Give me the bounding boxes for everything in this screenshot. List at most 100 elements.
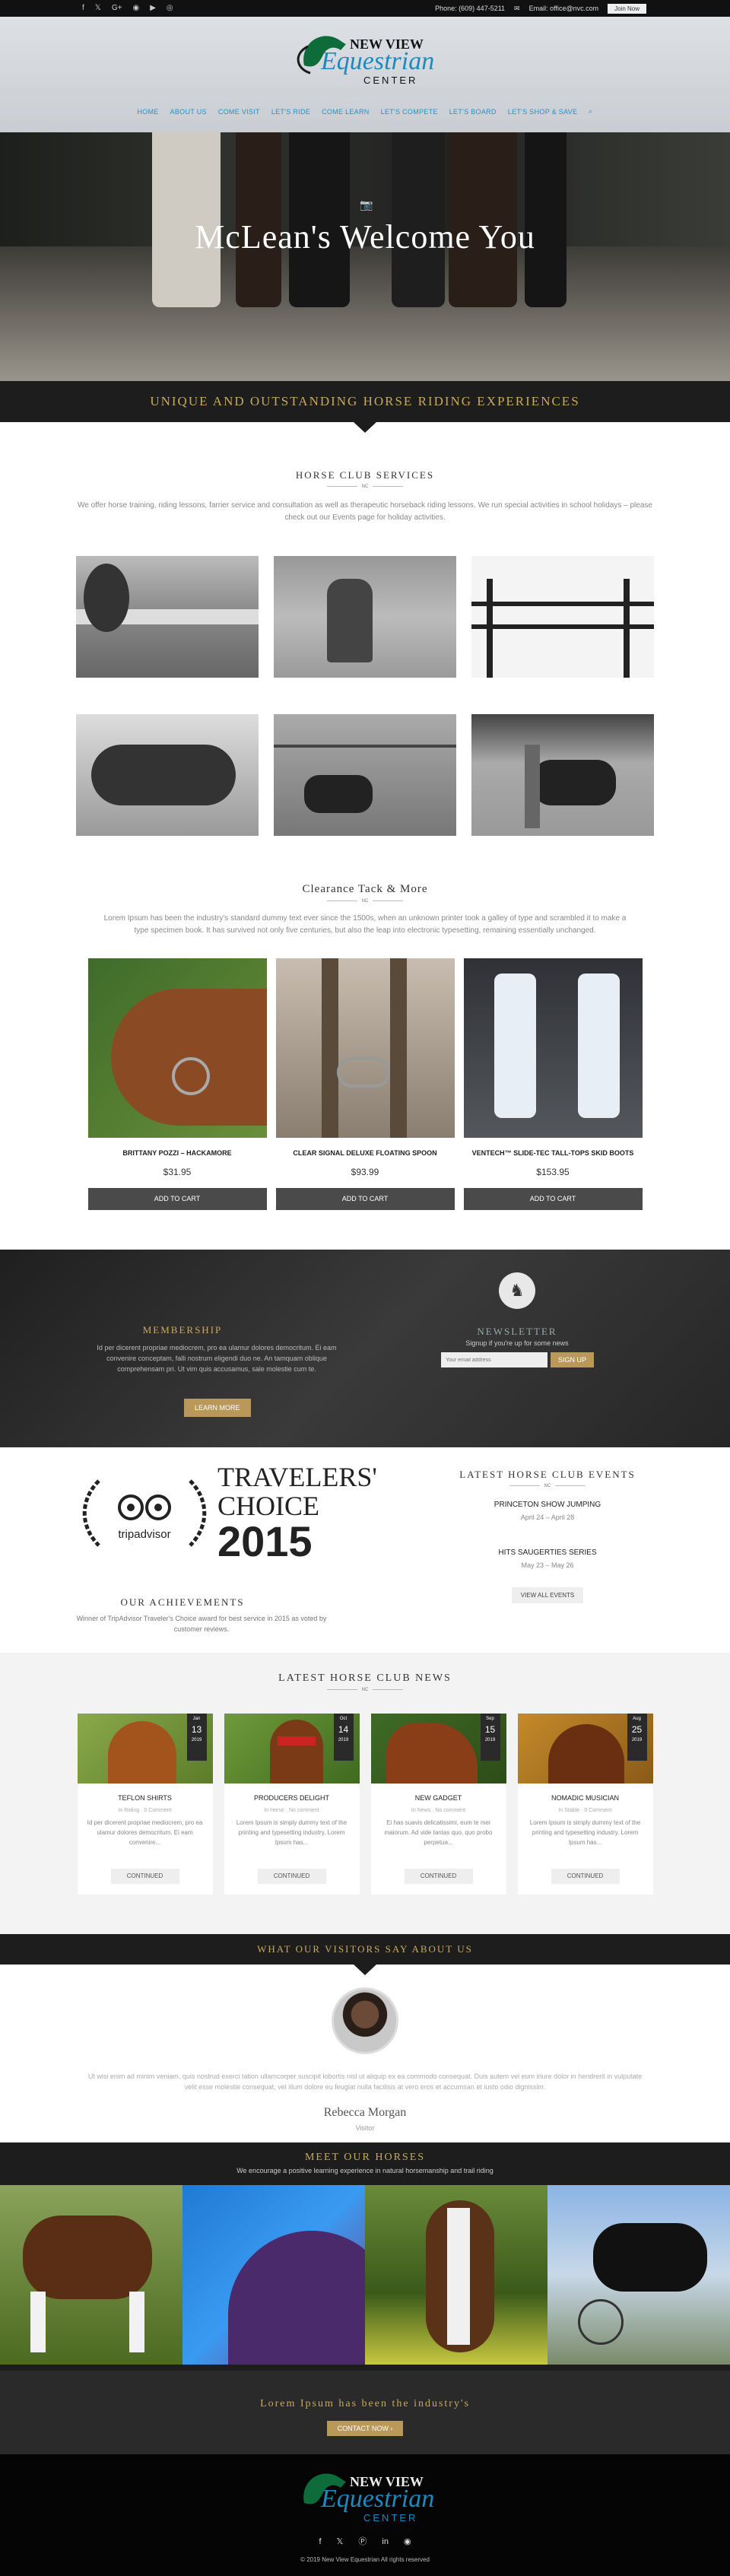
service-photo-3[interactable] <box>471 556 654 678</box>
product-name[interactable]: BRITTANY POZZI – HACKAMORE <box>88 1149 267 1157</box>
hero: 📷 McLean's Welcome You <box>0 132 730 381</box>
horses-section: MEET OUR HORSES We encourage a positive … <box>0 2142 730 2371</box>
tripadvisor-icon[interactable]: ◎ <box>167 5 173 12</box>
hero-title: McLean's Welcome You <box>195 218 535 256</box>
sign-up-button[interactable]: SIGN UP <box>551 1352 595 1367</box>
nav-item-about-us[interactable]: ABOUT US <box>170 108 207 116</box>
continued-button[interactable]: CONTINUED <box>551 1869 620 1884</box>
product-price: $153.95 <box>536 1167 570 1177</box>
news-card-title[interactable]: NOMADIC MUSICIAN <box>518 1794 653 1802</box>
product-price: $93.99 <box>351 1167 379 1177</box>
date-day: 25 <box>631 1724 643 1735</box>
news-card-meta: In Horse · No comment <box>264 1808 319 1813</box>
service-photo-6[interactable] <box>471 714 654 836</box>
news-section: LATEST HORSE CLUB NEWS NC Jan 13 2019 TEFL… <box>0 1653 730 1934</box>
continued-button[interactable]: CONTINUED <box>110 1869 179 1884</box>
horse-photo-1[interactable] <box>0 2185 182 2365</box>
news-card-excerpt: Lorem Ipsum is simply dummy text of the … <box>236 1819 348 1846</box>
product-name[interactable]: CLEAR SIGNAL DELUXE FLOATING SPOON <box>276 1149 455 1157</box>
horse-photo-4[interactable] <box>548 2185 730 2365</box>
news-title: LATEST HORSE CLUB NEWS <box>278 1672 452 1684</box>
join-now-button[interactable]: Join Now <box>608 3 646 14</box>
product-card: VENTECH™ SLIDE-TEC TALL-TOPS SKID BOOTS … <box>463 958 643 1210</box>
nav-item-let-s-board[interactable]: LET'S BOARD <box>449 108 497 116</box>
service-photo-4[interactable] <box>76 714 259 836</box>
news-card: Sep 15 2019 NEW GADGET In News · No commen… <box>370 1714 506 1895</box>
date-month: Oct <box>339 1717 348 1721</box>
youtube-icon[interactable]: ▶ <box>150 5 156 12</box>
main-nav: HOME ABOUT US COME VISIT LET'S RIDE COME LEA… <box>0 108 730 116</box>
facebook-icon[interactable]: f <box>319 2538 321 2546</box>
clearance-text: Lorem Ipsum has been the industry's stan… <box>103 914 627 935</box>
pinterest-icon[interactable]: Ⓟ <box>358 2538 367 2546</box>
nav-item-come-learn[interactable]: COME LEARN <box>322 108 370 116</box>
instagram-icon[interactable]: ◉ <box>404 2538 411 2546</box>
camera-icon: 📷 <box>360 199 373 211</box>
membership-title: MEMBERSHIP <box>142 1324 223 1336</box>
service-photo-1[interactable] <box>76 556 259 678</box>
news-card: Jan 13 2019 TEFLON SHIRTS In Riding · 0 Co… <box>77 1714 213 1895</box>
newsletter-email-input[interactable] <box>441 1352 548 1367</box>
contact-now-label: CONTACT NOW <box>337 2425 389 2432</box>
nav-item-let-s-compete[interactable]: LET'S COMPETE <box>381 108 438 116</box>
twitter-icon[interactable]: 𝕏 <box>95 5 101 12</box>
google-plus-icon[interactable]: G+ <box>112 5 122 12</box>
avatar <box>332 1987 398 2054</box>
event-name[interactable]: HITS SAUGERTIES SERIES <box>365 1548 730 1557</box>
product-name[interactable]: VENTECH™ SLIDE-TEC TALL-TOPS SKID BOOTS <box>464 1149 643 1157</box>
news-card-title[interactable]: NEW GADGET <box>371 1794 506 1802</box>
email-link[interactable]: Email: office@nvc.com <box>529 5 599 12</box>
tripadvisor-badge: tripadvisor <box>82 1479 207 1547</box>
continued-button[interactable]: CONTINUED <box>404 1869 473 1884</box>
product-image[interactable] <box>87 958 267 1138</box>
clearance-section: Clearance Tack & More NC Lorem Ipsum has… <box>0 883 730 1210</box>
news-card-excerpt: Id per dicerent propriae mediocrem, pro … <box>87 1819 203 1846</box>
event-date: May 23 – May 26 <box>521 1561 574 1569</box>
facebook-icon[interactable]: f <box>82 5 84 12</box>
continued-button[interactable]: CONTINUED <box>257 1869 326 1884</box>
footer-logo-line3: CENTER <box>363 2512 417 2524</box>
instagram-icon[interactable]: ◉ <box>132 5 139 12</box>
news-card-title[interactable]: PRODUCERS DELIGHT <box>224 1794 360 1802</box>
date-badge: Jan 13 2019 <box>186 1714 207 1761</box>
twitter-icon[interactable]: 𝕏 <box>337 2538 344 2546</box>
services-title: HORSE CLUB SERVICES <box>295 469 435 481</box>
site-logo[interactable]: NEW VIEW Equestrian CENTER <box>274 27 456 88</box>
contact-now-button[interactable]: CONTACT NOW › <box>326 2421 404 2436</box>
nav-item-let-s-ride[interactable]: LET'S RIDE <box>271 108 310 116</box>
product-image[interactable] <box>463 958 643 1138</box>
badge-line1: TRAVELERS' <box>217 1462 377 1492</box>
product-image[interactable] <box>275 958 455 1138</box>
footer-logo[interactable]: NEW VIEW Equestrian CENTER <box>274 2465 456 2526</box>
news-card-meta: In News · No comment <box>411 1808 466 1813</box>
product-price: $31.95 <box>163 1167 192 1177</box>
add-to-cart-button[interactable]: ADD TO CART <box>463 1188 643 1210</box>
add-to-cart-button[interactable]: ADD TO CART <box>275 1188 455 1210</box>
nav-item-let-s-shop-save[interactable]: LET'S SHOP & SAVE <box>508 108 578 116</box>
search-icon[interactable]: ⌕ <box>589 108 592 116</box>
service-photo-2[interactable] <box>274 556 456 678</box>
learn-more-button[interactable]: LEARN MORE <box>184 1399 251 1417</box>
event-name[interactable]: PRINCETON SHOW JUMPING <box>365 1501 730 1509</box>
service-photo-5[interactable] <box>274 714 456 836</box>
news-card-excerpt: Ei has suavis delicatissimi, eum te mei … <box>384 1819 493 1846</box>
chevron-icon: › <box>390 2425 393 2432</box>
news-sub: NC <box>0 1688 730 1692</box>
logo-line3: CENTER <box>363 75 417 86</box>
horse-photo-3[interactable] <box>365 2185 548 2365</box>
horses-text: We encourage a positive learning experie… <box>236 2167 494 2174</box>
linkedin-icon[interactable]: in <box>382 2538 389 2546</box>
news-card-title[interactable]: TEFLON SHIRTS <box>78 1794 213 1802</box>
nav-item-home[interactable]: HOME <box>137 108 158 116</box>
services-sub: NC <box>0 484 730 489</box>
horse-photo-2[interactable] <box>182 2185 365 2365</box>
date-year: 2019 <box>338 1738 349 1742</box>
view-all-events-button[interactable]: VIEW ALL EVENTS <box>511 1587 584 1603</box>
nav-item-come-visit[interactable]: COME VISIT <box>218 108 260 116</box>
date-day: 13 <box>191 1724 202 1735</box>
logo-line2: Equestrian <box>320 47 434 75</box>
achievements-events: tripadvisor TRAVELERS' CHOICE 2015 OUR A… <box>0 1447 730 1653</box>
cta-title: Lorem Ipsum has been the industry's <box>260 2398 470 2409</box>
add-to-cart-button[interactable]: ADD TO CART <box>87 1188 267 1210</box>
news-card-excerpt: Lorem Ipsum is simply dummy text of the … <box>529 1819 641 1846</box>
